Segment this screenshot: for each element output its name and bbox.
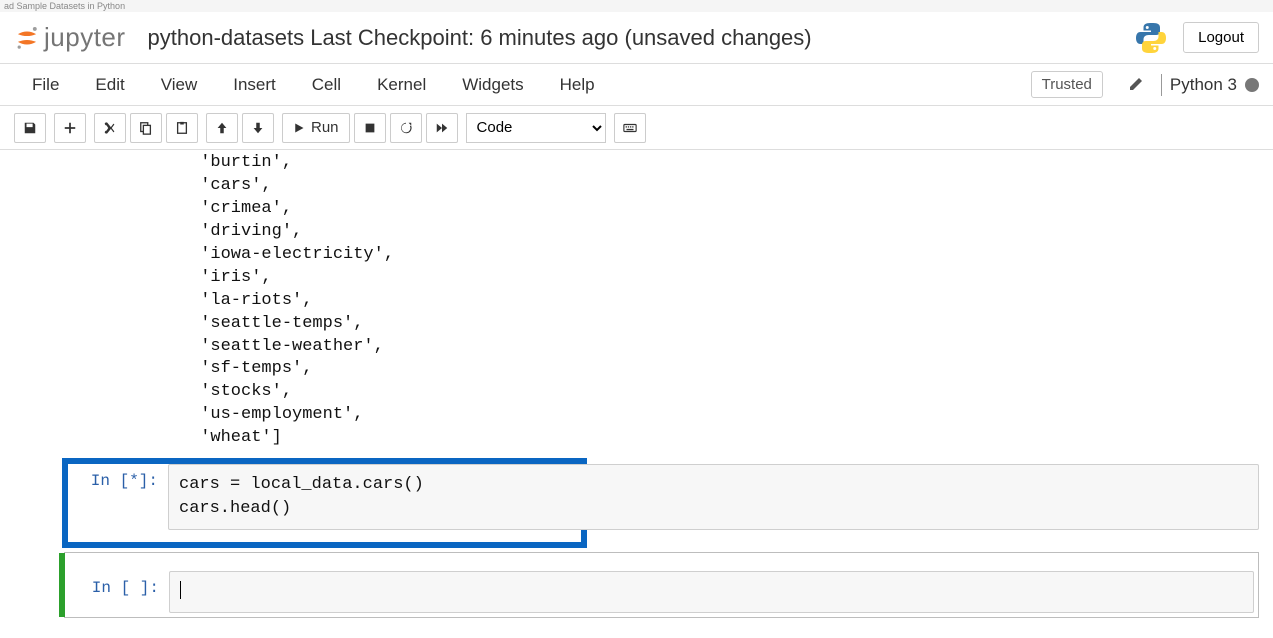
menu-insert[interactable]: Insert <box>215 67 294 103</box>
menu-edit[interactable]: Edit <box>77 67 142 103</box>
jupyter-logo[interactable]: jupyter <box>14 22 126 53</box>
paste-button[interactable] <box>166 113 198 143</box>
menu-help[interactable]: Help <box>542 67 613 103</box>
command-palette-button[interactable] <box>614 113 646 143</box>
kernel-name[interactable]: Python 3 <box>1170 75 1237 95</box>
menu-widgets[interactable]: Widgets <box>444 67 541 103</box>
menu-file[interactable]: File <box>14 67 77 103</box>
cut-button[interactable] <box>94 113 126 143</box>
menubar: File Edit View Insert Cell Kernel Widget… <box>0 64 1273 106</box>
interrupt-button[interactable] <box>354 113 386 143</box>
refresh-icon <box>399 121 413 135</box>
move-down-button[interactable] <box>242 113 274 143</box>
save-icon <box>23 121 37 135</box>
paste-icon <box>175 121 189 135</box>
copy-button[interactable] <box>130 113 162 143</box>
cell-input[interactable]: cars = local_data.cars() cars.head() <box>168 464 1259 530</box>
copy-icon <box>139 121 153 135</box>
jupyter-icon <box>14 25 40 51</box>
cell-prompt: In [*]: <box>64 464 168 530</box>
restart-button[interactable] <box>390 113 422 143</box>
python-icon <box>1133 20 1169 56</box>
move-up-button[interactable] <box>206 113 238 143</box>
menu-kernel[interactable]: Kernel <box>359 67 444 103</box>
restart-run-all-button[interactable] <box>426 113 458 143</box>
divider <box>1161 74 1162 96</box>
scissors-icon <box>103 121 117 135</box>
cell-input[interactable] <box>169 571 1254 613</box>
code-cell[interactable]: In [*]: cars = local_data.cars() cars.he… <box>64 464 1259 530</box>
browser-tab-hint: ad Sample Datasets in Python <box>0 0 1273 12</box>
keyboard-icon <box>623 121 637 135</box>
trusted-badge[interactable]: Trusted <box>1031 71 1103 98</box>
play-icon <box>293 122 305 134</box>
arrow-down-icon <box>251 121 265 135</box>
kernel-indicator-icon[interactable] <box>1245 78 1259 92</box>
cell-output: 'burtin', 'cars', 'crimea', 'driving', '… <box>14 150 1259 450</box>
save-button[interactable] <box>14 113 46 143</box>
cell-prompt: In [ ]: <box>65 571 169 613</box>
toolbar: Run Code <box>0 106 1273 150</box>
fast-forward-icon <box>435 121 449 135</box>
stop-icon <box>363 121 377 135</box>
run-button[interactable]: Run <box>282 113 350 143</box>
plus-icon <box>63 121 77 135</box>
arrow-up-icon <box>215 121 229 135</box>
add-cell-button[interactable] <box>54 113 86 143</box>
run-label: Run <box>311 119 339 136</box>
menu-cell[interactable]: Cell <box>294 67 359 103</box>
jupyter-logo-text: jupyter <box>44 22 126 53</box>
cursor-icon <box>180 581 181 599</box>
notebook-title[interactable]: python-datasets Last Checkpoint: 6 minut… <box>148 25 812 51</box>
notebook-area: 'burtin', 'cars', 'crimea', 'driving', '… <box>0 150 1273 638</box>
logout-button[interactable]: Logout <box>1183 22 1259 53</box>
cell-type-select[interactable]: Code <box>466 113 606 143</box>
edit-icon[interactable] <box>1127 77 1143 93</box>
header: jupyter python-datasets Last Checkpoint:… <box>0 12 1273 64</box>
menu-view[interactable]: View <box>143 67 216 103</box>
code-cell[interactable]: In [ ]: <box>64 552 1259 618</box>
